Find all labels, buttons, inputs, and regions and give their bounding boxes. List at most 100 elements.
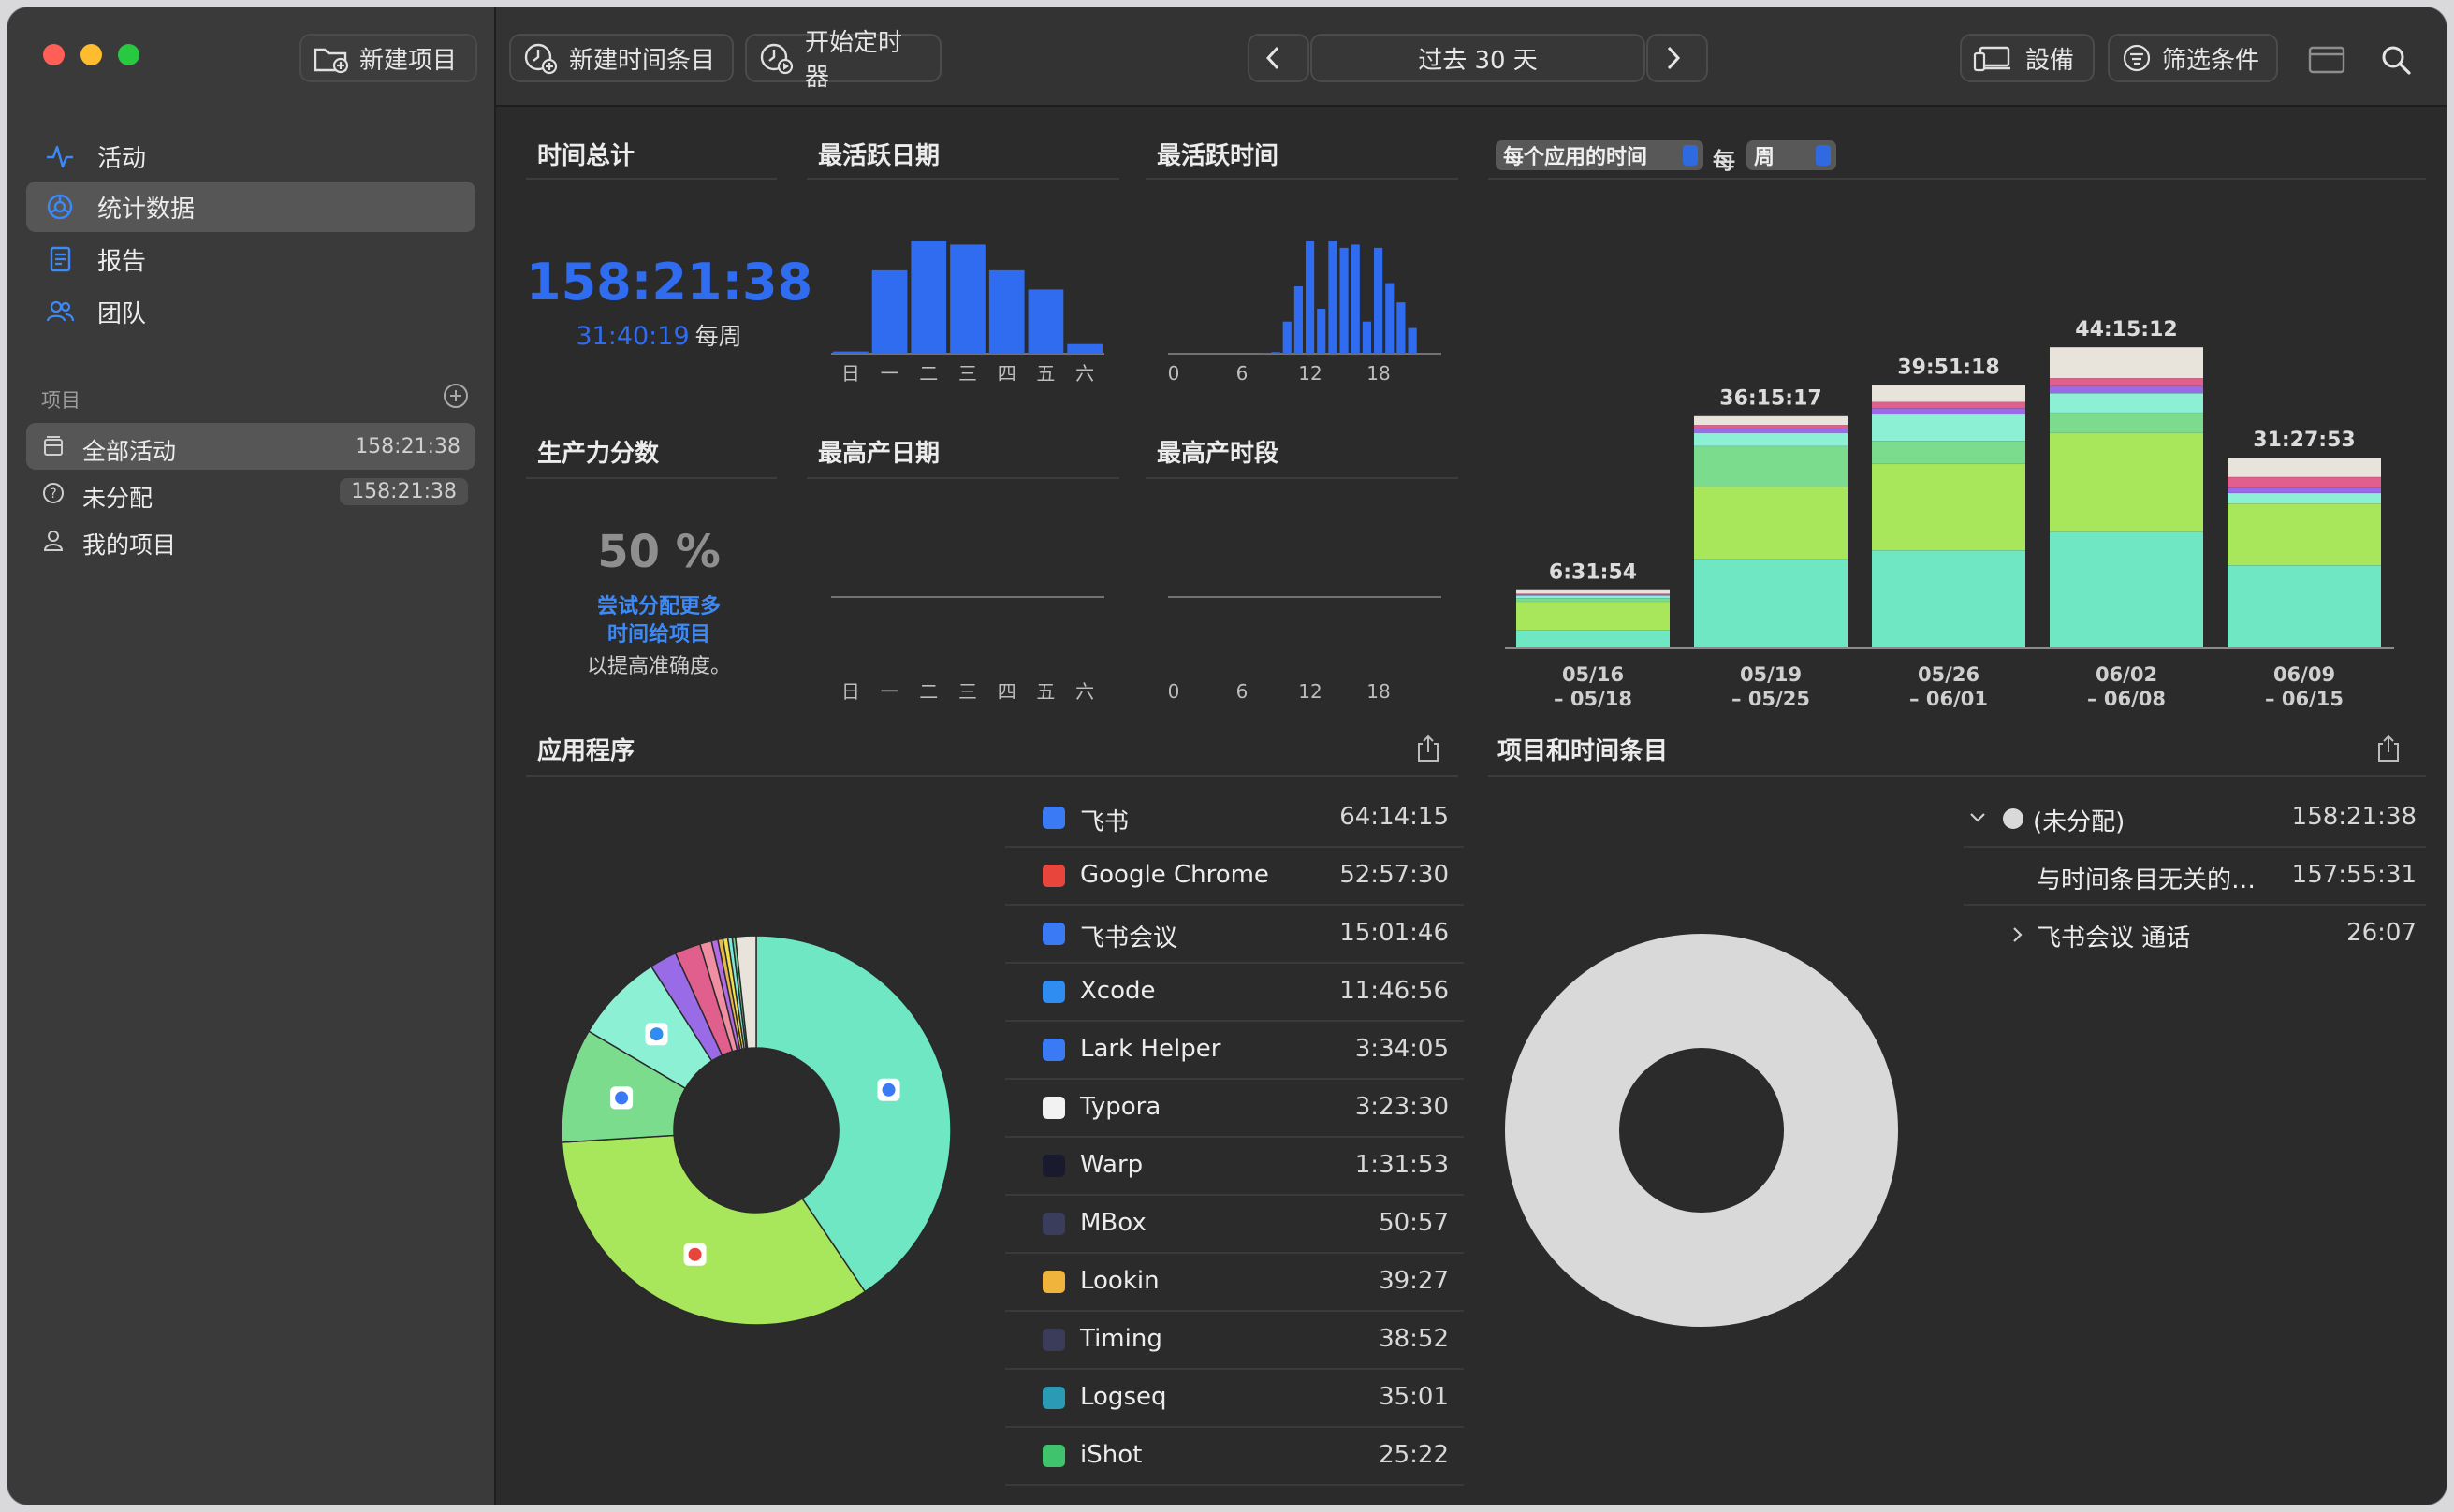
x-tick-label: – 05/25 xyxy=(1731,688,1810,710)
stack-segment xyxy=(2228,492,2381,504)
app-row[interactable]: Google Chrome 52:57:30 xyxy=(1005,848,1464,906)
sidebar-item-label: 报告 xyxy=(97,247,147,276)
divider xyxy=(526,178,777,180)
previous-range-button[interactable] xyxy=(1248,34,1309,82)
app-row[interactable]: Lark Helper 3:34:05 xyxy=(1005,1022,1464,1080)
new-project-button[interactable]: 新建项目 xyxy=(299,34,477,82)
question-icon: ? xyxy=(43,483,64,503)
minimize-window-button[interactable] xyxy=(80,44,102,65)
bar xyxy=(1293,286,1303,354)
divider xyxy=(807,477,1119,479)
bar-total-label: 36:15:17 xyxy=(1719,387,1821,411)
app-row[interactable]: Logseq 35:01 xyxy=(1005,1370,1464,1428)
bar xyxy=(988,269,1025,354)
metric-popup[interactable]: 每个应用的时间 xyxy=(1496,140,1703,170)
chevron-right-icon[interactable] xyxy=(2010,924,2025,945)
project-row-duration: 158:21:38 xyxy=(2291,803,2417,831)
app-duration: 1:31:53 xyxy=(1354,1151,1449,1179)
x-tick-label: – 06/15 xyxy=(2265,688,2344,710)
app-row[interactable]: MBox 50:57 xyxy=(1005,1196,1464,1254)
app-name: 飞书会议 xyxy=(1080,924,1178,952)
sidebar-item-team[interactable]: 团队 xyxy=(26,286,475,337)
app-duration: 3:34:05 xyxy=(1354,1035,1449,1063)
x-tick-label: – 06/01 xyxy=(1909,688,1988,710)
bar xyxy=(1374,247,1383,354)
app-row[interactable]: Timing 38:52 xyxy=(1005,1312,1464,1370)
feishu-meeting-icon-mark xyxy=(615,1091,629,1105)
project-all-activities[interactable]: 全部活动 158:21:38 xyxy=(26,423,475,470)
project-row-unassigned[interactable]: (未分配) 158:21:38 xyxy=(1964,790,2426,848)
app-row[interactable]: 飞书 64:14:15 xyxy=(1005,790,1464,848)
app-row[interactable]: Typora 3:23:30 xyxy=(1005,1080,1464,1138)
app-name: Timing xyxy=(1080,1325,1162,1353)
new-time-entry-button[interactable]: 新建时间条目 xyxy=(509,34,734,82)
report-icon xyxy=(50,246,71,272)
stack-segment xyxy=(2228,565,2381,647)
app-row[interactable]: Lookin 39:27 xyxy=(1005,1254,1464,1312)
close-window-button[interactable] xyxy=(43,44,65,65)
bar xyxy=(1271,352,1280,354)
project-row-feishu-meeting-call[interactable]: 飞书会议 通话 26:07 xyxy=(1964,906,2426,962)
share-icon[interactable] xyxy=(1415,734,1441,763)
x-tick-label: 0 xyxy=(1168,680,1180,703)
app-name: Logseq xyxy=(1080,1383,1167,1411)
app-row[interactable]: 飞书会议 15:01:46 xyxy=(1005,906,1464,964)
stack-segment xyxy=(2228,476,2381,488)
period-popup[interactable]: 周 xyxy=(1746,140,1836,170)
project-label: 全部活动 xyxy=(82,438,177,465)
donut-slice xyxy=(561,1134,867,1326)
search-icon[interactable] xyxy=(2379,43,2413,77)
most-productive-hours-title: 最高产时段 xyxy=(1157,440,1279,468)
app-row[interactable]: iShot 25:22 xyxy=(1005,1428,1464,1486)
toolbar: 新建时间条目 开始定时器 过去 30 天 設備 筛选条件 xyxy=(496,7,2447,107)
hint-line-1: 尝试分配更多 xyxy=(596,595,721,618)
filters-button[interactable]: 筛选条件 xyxy=(2108,34,2278,82)
divider xyxy=(1488,178,2426,180)
bar xyxy=(871,269,908,354)
x-tick-label: 四 xyxy=(998,680,1016,703)
team-icon xyxy=(46,300,75,322)
app-name: Google Chrome xyxy=(1080,861,1269,889)
productivity-hint-link[interactable]: 尝试分配更多 时间给项目 xyxy=(526,593,792,649)
stack-segment xyxy=(2050,385,2203,394)
devices-label: 設備 xyxy=(2025,46,2075,75)
next-range-button[interactable] xyxy=(1646,34,1708,82)
bar xyxy=(1328,241,1337,354)
sidebar-item-activity[interactable]: 活动 xyxy=(26,131,475,182)
x-tick-label: 12 xyxy=(1298,680,1322,703)
stack-segment xyxy=(1872,414,2025,442)
add-project-icon[interactable] xyxy=(442,382,470,410)
stack-segment xyxy=(1872,441,2025,464)
app-duration: 11:46:56 xyxy=(1339,977,1449,1005)
project-duration: 158:21:38 xyxy=(355,435,460,458)
project-row-unrelated-entries[interactable]: 与时间条目无关的… 157:55:31 xyxy=(1964,848,2426,906)
divider xyxy=(526,775,1458,777)
share-icon[interactable] xyxy=(2375,734,2402,763)
bar xyxy=(1408,327,1417,354)
project-label: 未分配 xyxy=(82,485,153,512)
feishu-icon xyxy=(1043,807,1065,829)
app-row[interactable]: Xcode 11:46:56 xyxy=(1005,964,1464,1022)
devices-button[interactable]: 設備 xyxy=(1960,34,2095,82)
x-tick-label: 日 xyxy=(841,680,860,703)
project-my-projects[interactable]: 我的项目 xyxy=(26,516,475,563)
app-row[interactable]: Warp 1:31:53 xyxy=(1005,1138,1464,1196)
sidebar-item-reports[interactable]: 报告 xyxy=(26,234,475,284)
app-name: Typora xyxy=(1080,1093,1161,1121)
bar xyxy=(833,351,869,354)
project-unassigned[interactable]: ? 未分配 158:21:38 xyxy=(26,470,475,516)
zoom-window-button[interactable] xyxy=(118,44,139,65)
app-duration: 52:57:30 xyxy=(1339,861,1449,889)
start-timer-button[interactable]: 开始定时器 xyxy=(745,29,942,92)
date-range-selector[interactable]: 过去 30 天 xyxy=(1310,34,1645,82)
per-week-label: 每周 xyxy=(694,323,742,350)
sidebar-item-statistics[interactable]: 统计数据 xyxy=(26,182,475,232)
chevron-down-icon[interactable] xyxy=(1967,810,1988,825)
x-tick-label: 05/16 xyxy=(1562,663,1624,686)
x-tick-label: 6 xyxy=(1236,680,1249,703)
start-timer-label: 开始定时器 xyxy=(805,29,903,92)
donut-slice xyxy=(1505,934,1898,1327)
inspector-toggle-icon[interactable] xyxy=(2308,45,2345,75)
xcode-icon xyxy=(1043,981,1065,1003)
projects-section-label: 项目 xyxy=(41,389,80,412)
